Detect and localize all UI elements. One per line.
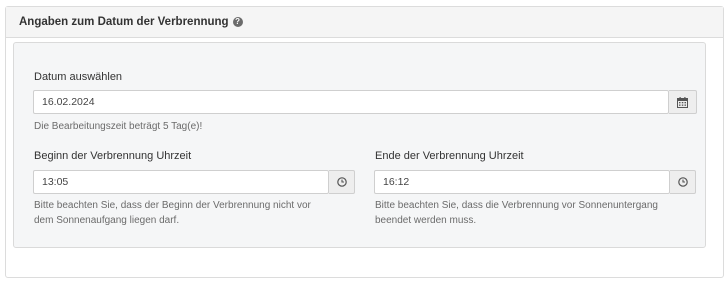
start-help-line-2: dem Sonnenaufgang liegen darf. (34, 215, 180, 226)
date-help-text: Die Bearbeitungszeit beträgt 5 Tag(e)! (34, 121, 203, 132)
end-help-line-2: beendet werden muss. (375, 215, 477, 226)
end-time-input[interactable]: 16:12 (374, 170, 670, 194)
start-help-line-1: Bitte beachten Sie, dass der Beginn der … (34, 200, 311, 211)
date-input[interactable]: 16.02.2024 (33, 90, 669, 114)
question-circle-icon[interactable]: ? (232, 17, 243, 27)
start-time-help-text: Bitte beachten Sie, dass der Beginn der … (34, 198, 311, 228)
start-time-picker-button[interactable] (329, 170, 355, 194)
date-picker-button[interactable] (669, 90, 697, 114)
date-form-well: Datum auswählen 16.02.2024 Die Bearbeitu… (13, 42, 706, 248)
date-label: Datum auswählen (34, 71, 123, 83)
end-time-help-text: Bitte beachten Sie, dass die Verbrennung… (375, 198, 658, 228)
end-time-picker-button[interactable] (670, 170, 696, 194)
start-time-input[interactable]: 13:05 (33, 170, 329, 194)
panel-title: Angaben zum Datum der Verbrennung (19, 16, 229, 28)
end-time-label: Ende der Verbrennung Uhrzeit (375, 150, 524, 162)
clock-icon (677, 177, 688, 187)
clock-icon (336, 177, 347, 187)
calendar-icon (677, 96, 688, 108)
start-time-label: Beginn der Verbrennung Uhrzeit (34, 150, 192, 162)
end-help-line-1: Bitte beachten Sie, dass die Verbrennung… (375, 200, 658, 211)
panel-heading: Angaben zum Datum der Verbrennung ? (6, 7, 723, 38)
